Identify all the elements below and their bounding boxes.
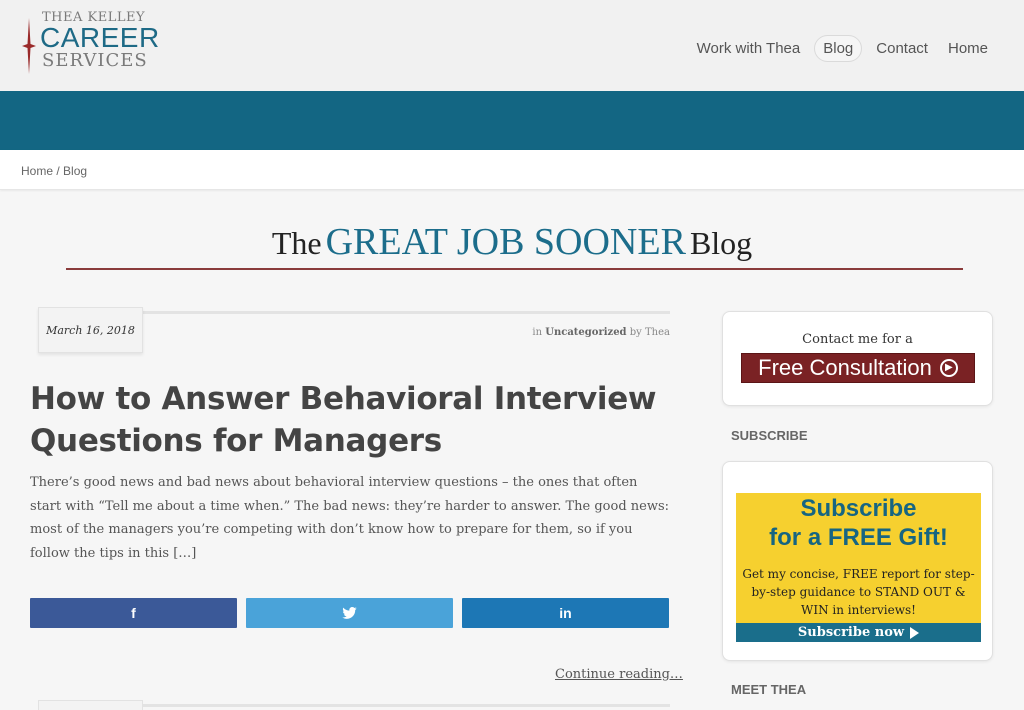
post-author: Thea [645, 327, 670, 338]
compass-star-icon [22, 18, 36, 74]
blog-title-blog: Blog [689, 225, 753, 261]
share-facebook-button[interactable]: f [30, 598, 237, 628]
post-meta-by: by [629, 327, 642, 338]
consultation-text: Contact me for a [802, 332, 913, 347]
free-consultation-label: Free Consultation [758, 355, 932, 380]
twitter-icon [342, 607, 357, 619]
post-meta-in: in [532, 327, 543, 338]
breadcrumb-bar: Home / Blog [0, 150, 1024, 190]
continue-reading-link[interactable]: Continue reading… [555, 667, 683, 682]
main-nav: Work with Thea Blog Contact Home [691, 35, 994, 62]
subscribe-headline-2: for a FREE Gift! [769, 524, 948, 551]
subscribe-description: Get my concise, FREE report for step-by-… [742, 567, 975, 617]
breadcrumb: Home / Blog [21, 164, 87, 178]
nav-contact[interactable]: Contact [870, 35, 934, 62]
logo-line-3: SERVICES [42, 50, 148, 71]
subscribe-heading: SUBSCRIBE [731, 428, 808, 443]
blog-title: The GREAT JOB SOONER Blog [0, 220, 1024, 264]
site-header: THEA KELLEY CAREER SERVICES Work with Th… [0, 0, 1024, 91]
subscribe-now-label: Subscribe now [797, 625, 905, 640]
subscribe-banner[interactable]: Subscribe for a FREE Gift! Get my concis… [736, 493, 981, 642]
breadcrumb-home[interactable]: Home [21, 164, 53, 178]
arrow-circle-icon: ▶ [939, 359, 958, 377]
next-post-date-tab [38, 700, 143, 710]
linkedin-icon: in [559, 605, 572, 621]
header-banner [0, 91, 1024, 150]
post-category-link[interactable]: Uncategorized [545, 327, 626, 338]
post-excerpt: There’s good news and bad news about beh… [30, 475, 670, 561]
subscribe-now-button[interactable]: Subscribe now [736, 623, 981, 642]
consultation-widget: Contact me for a Free Consultation ▶ [722, 311, 993, 406]
subscribe-headline-1: Subscribe [800, 495, 917, 522]
title-divider [66, 268, 963, 270]
post-date: March 16, 2018 [38, 307, 143, 353]
nav-blog[interactable]: Blog [814, 35, 863, 62]
blog-title-the: The [271, 225, 322, 261]
nav-work-with-thea[interactable]: Work with Thea [691, 35, 807, 62]
post-meta: in Uncategorized by Thea [532, 327, 670, 338]
post-title[interactable]: How to Answer Behavioral Interview Quest… [30, 378, 670, 462]
play-arrow-icon [910, 626, 920, 639]
share-twitter-button[interactable] [246, 598, 453, 628]
free-consultation-button[interactable]: Free Consultation ▶ [741, 353, 975, 383]
breadcrumb-separator: / [56, 164, 60, 178]
subscribe-widget: Subscribe for a FREE Gift! Get my concis… [722, 461, 993, 661]
facebook-icon: f [131, 605, 136, 621]
share-linkedin-button[interactable]: in [462, 598, 669, 628]
breadcrumb-current: Blog [63, 164, 88, 178]
meet-thea-heading: MEET THEA [731, 682, 807, 697]
blog-title-great: GREAT JOB SOONER [325, 221, 686, 263]
nav-home[interactable]: Home [942, 35, 994, 62]
site-logo[interactable]: THEA KELLEY CAREER SERVICES [22, 10, 159, 76]
